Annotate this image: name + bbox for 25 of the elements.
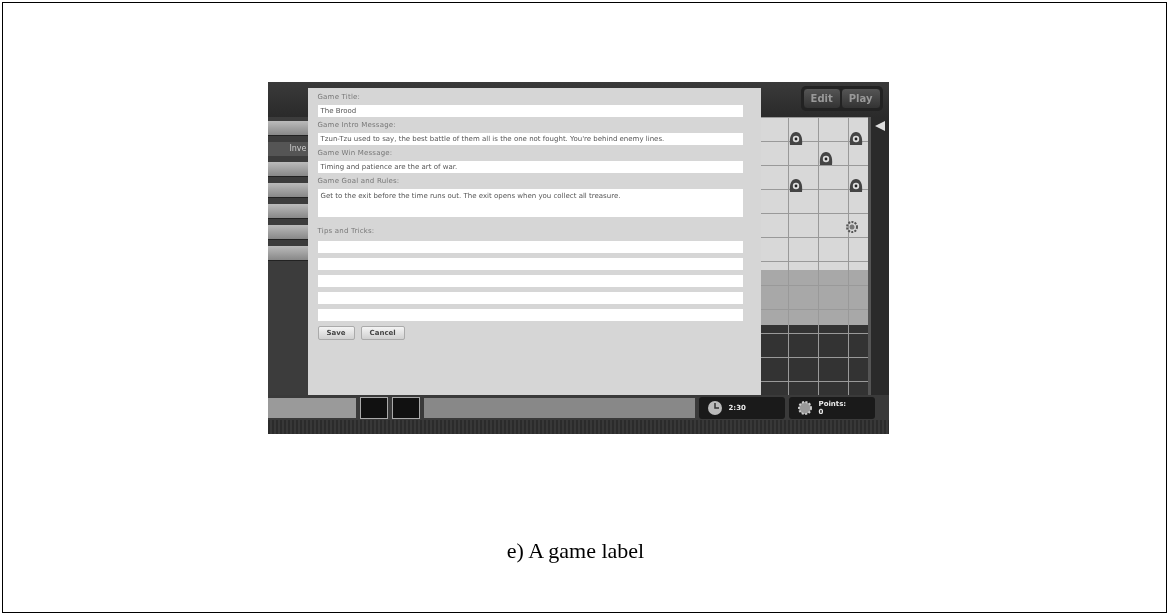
sidebar-tab[interactable]: Inve	[267, 142, 308, 156]
monster-icon	[787, 130, 804, 146]
clock-icon	[706, 399, 723, 416]
monster-icon	[847, 177, 864, 193]
sidebar-item[interactable]	[267, 183, 308, 198]
sidebar-item[interactable]	[267, 204, 308, 219]
tip-field[interactable]	[317, 309, 743, 321]
tile-icon[interactable]	[391, 396, 420, 419]
sidebar-item[interactable]	[267, 121, 308, 136]
gear-icon	[796, 399, 813, 416]
tile-icon[interactable]	[359, 396, 388, 419]
triangle-icon[interactable]	[874, 121, 885, 131]
scroll-track[interactable]	[867, 117, 889, 395]
sidebar-item[interactable]	[267, 225, 308, 240]
monster-icon	[817, 150, 834, 166]
tip-field[interactable]	[317, 275, 743, 287]
sidebar-item[interactable]	[267, 246, 308, 261]
monster-icon	[847, 130, 864, 146]
tip-field[interactable]	[317, 258, 743, 270]
tip-field[interactable]	[317, 241, 743, 253]
figure-caption: e) A game label	[506, 538, 645, 564]
gear-icon	[845, 221, 858, 233]
tip-field[interactable]	[317, 292, 743, 304]
monster-icon	[787, 177, 804, 193]
sidebar-item[interactable]	[267, 162, 308, 177]
